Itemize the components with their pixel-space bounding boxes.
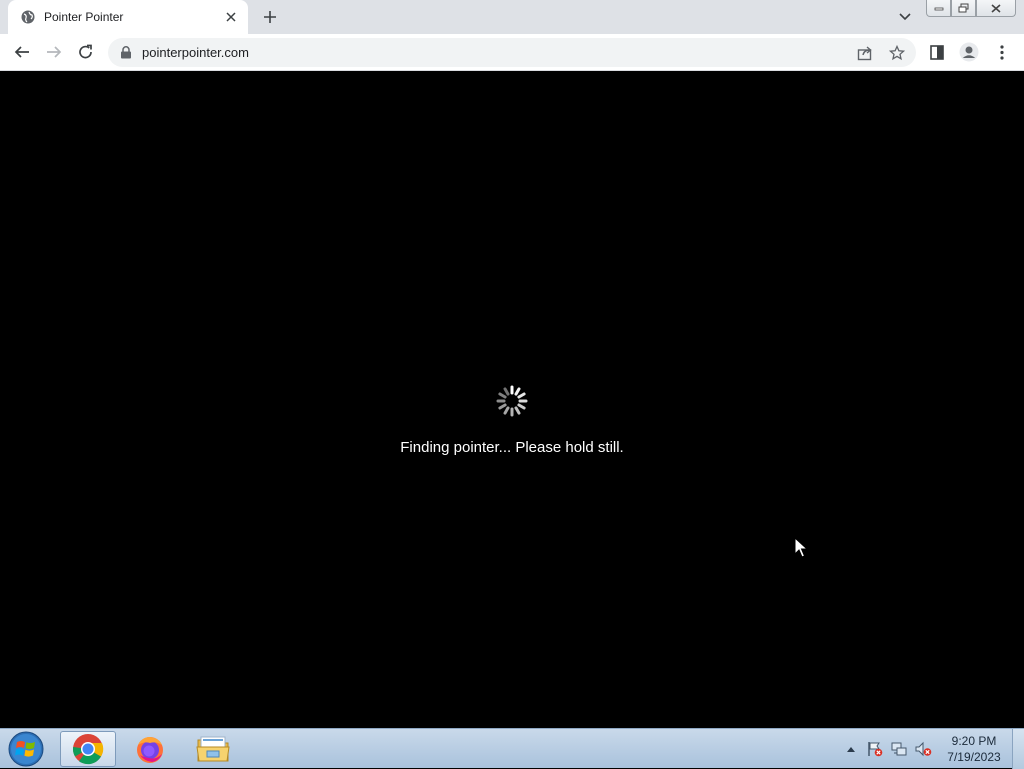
volume-muted-icon[interactable] bbox=[914, 741, 932, 757]
clock-time: 9:20 PM bbox=[951, 734, 997, 748]
file-explorer-icon[interactable] bbox=[185, 731, 241, 767]
firefox-icon[interactable] bbox=[122, 731, 178, 767]
browser-toolbar: pointerpointer.com bbox=[0, 34, 1024, 71]
star-icon[interactable] bbox=[887, 43, 907, 63]
mouse-pointer-icon bbox=[794, 537, 808, 558]
clock-date: 7/19/2023 bbox=[947, 750, 1001, 764]
new-tab-icon[interactable] bbox=[259, 6, 281, 28]
minimize-button[interactable] bbox=[926, 0, 951, 17]
windows-taskbar: 9:20 PM 7/19/2023 bbox=[0, 728, 1024, 769]
close-tab-icon[interactable] bbox=[222, 8, 240, 26]
tab-title: Pointer Pointer bbox=[44, 10, 124, 24]
menu-icon[interactable] bbox=[991, 41, 1013, 63]
globe-icon bbox=[21, 10, 35, 24]
browser-tab[interactable]: Pointer Pointer bbox=[8, 0, 248, 34]
action-center-flag-icon[interactable] bbox=[866, 741, 884, 757]
address-bar[interactable]: pointerpointer.com bbox=[108, 38, 916, 67]
reload-icon[interactable] bbox=[73, 39, 99, 65]
url-text: pointerpointer.com bbox=[142, 45, 249, 60]
system-clock[interactable]: 9:20 PM 7/19/2023 bbox=[940, 733, 1008, 765]
back-icon[interactable] bbox=[9, 39, 35, 65]
loading-spinner-icon bbox=[496, 385, 528, 417]
side-panel-icon[interactable] bbox=[926, 41, 948, 63]
close-window-button[interactable] bbox=[976, 0, 1016, 17]
page-viewport: Finding pointer... Please hold still. bbox=[0, 71, 1024, 728]
loading-message: Finding pointer... Please hold still. bbox=[400, 439, 624, 456]
lock-icon bbox=[121, 46, 131, 59]
window-controls bbox=[926, 0, 1018, 19]
show-desktop-button[interactable] bbox=[1012, 729, 1024, 769]
tab-strip: Pointer Pointer bbox=[0, 0, 1024, 34]
start-button[interactable] bbox=[4, 730, 48, 768]
restore-button[interactable] bbox=[951, 0, 976, 17]
share-icon[interactable] bbox=[855, 43, 875, 63]
network-icon[interactable] bbox=[890, 741, 908, 757]
forward-icon[interactable] bbox=[41, 39, 67, 65]
profile-icon[interactable] bbox=[958, 41, 980, 63]
tab-search-chevron-icon[interactable] bbox=[895, 7, 915, 27]
show-hidden-icons-arrow-icon[interactable] bbox=[842, 741, 860, 757]
chrome-icon[interactable] bbox=[60, 731, 116, 767]
